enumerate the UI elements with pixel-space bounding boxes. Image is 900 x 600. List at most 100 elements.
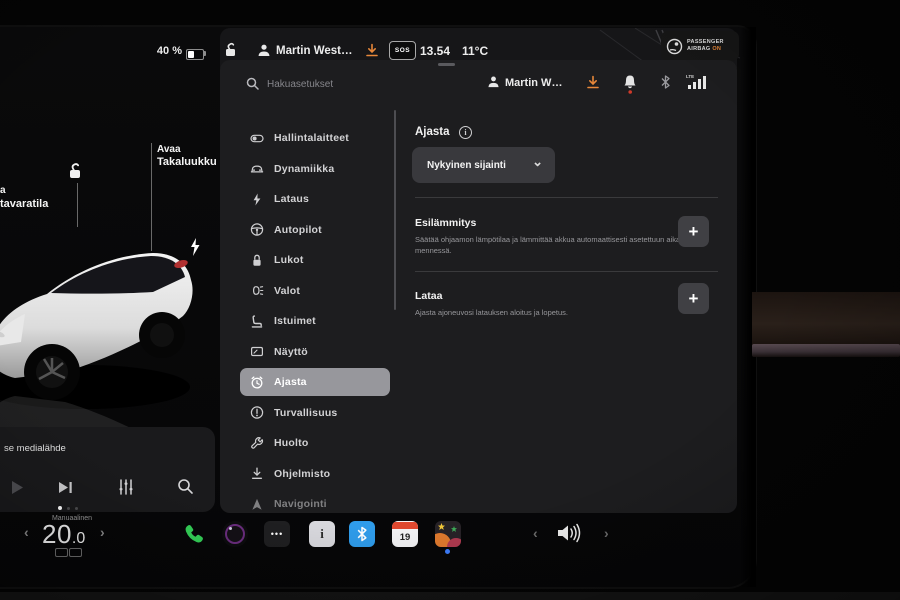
- open-frunk-label-line1[interactable]: a: [0, 185, 6, 196]
- volume-chevron-right-icon[interactable]: ›: [604, 525, 609, 541]
- open-trunk-label-line2[interactable]: Takaluukku: [157, 156, 217, 168]
- chevron-left-icon[interactable]: ‹: [24, 524, 29, 540]
- add-preconditioning-button[interactable]: +: [678, 216, 709, 247]
- wrench-icon: [250, 436, 264, 451]
- preconditioning-description: Säätää ohjaamon lämpötilaa ja lämmittää …: [415, 234, 720, 256]
- calendar-app-icon[interactable]: 19: [392, 521, 418, 547]
- divider: [415, 271, 718, 272]
- location-dropdown[interactable]: Nykyinen sijainti ⌄: [412, 147, 555, 183]
- play-icon[interactable]: [9, 479, 25, 496]
- sidebar-item-software[interactable]: Ohjelmisto: [240, 460, 390, 488]
- open-frunk-label-line2[interactable]: tavaratila: [0, 198, 48, 210]
- dashboard-lower-edge: [0, 592, 900, 600]
- panel-drag-handle[interactable]: [438, 63, 455, 66]
- sidebar-item-autopilot[interactable]: Autopilot: [240, 216, 390, 244]
- cabin-temperature[interactable]: 20.0: [42, 519, 85, 550]
- media-search-icon[interactable]: [177, 478, 194, 495]
- driver-profile-icon[interactable]: [257, 43, 271, 58]
- display-icon: [250, 344, 264, 359]
- dashboard-trim-highlight: [752, 344, 900, 357]
- search-input[interactable]: Hakuasetukset: [267, 79, 333, 90]
- dashboard-wood-trim: [752, 292, 900, 350]
- sos-button[interactable]: SOS: [389, 41, 416, 60]
- sidebar-item-charging[interactable]: Lataus: [240, 185, 390, 213]
- sidebar-item-locks[interactable]: Lukot: [240, 246, 390, 274]
- charge-description: Ajasta ajoneuvosi latauksen aloitus ja l…: [415, 307, 720, 318]
- trunk-pointer-line: [151, 143, 152, 251]
- sos-label: SOS: [395, 47, 410, 54]
- toggle-icon: [250, 131, 264, 146]
- chevron-right-icon[interactable]: ›: [100, 524, 105, 540]
- sidebar-item-controls[interactable]: Hallintalaitteet: [240, 124, 390, 152]
- theater-app-icon[interactable]: [435, 521, 461, 547]
- update-download-icon[interactable]: [586, 75, 600, 90]
- sidebar-item-schedule[interactable]: Ajasta: [240, 368, 390, 396]
- sidebar-item-display[interactable]: Näyttö: [240, 338, 390, 366]
- profile-icon[interactable]: [487, 75, 500, 89]
- battery-icon: [186, 49, 204, 60]
- charge-port-icon[interactable]: [188, 237, 202, 257]
- divider: [415, 197, 718, 198]
- bluetooth-icon[interactable]: [660, 75, 671, 89]
- owners-manual-icon[interactable]: i: [309, 521, 335, 547]
- media-player-panel: [0, 427, 215, 512]
- open-trunk-label-line1[interactable]: Avaa: [157, 144, 181, 155]
- location-dropdown-value: Nykyinen sijainti: [427, 160, 506, 171]
- volume-chevron-left-icon[interactable]: ‹: [533, 525, 538, 541]
- alert-circle-icon: [250, 405, 264, 420]
- page-dot[interactable]: [67, 507, 70, 510]
- notification-dot: [628, 90, 632, 94]
- passenger-airbag-badge: PASSENGER AIRBAG ON: [661, 31, 739, 61]
- media-source-label[interactable]: se medialähde: [4, 443, 66, 454]
- lte-signal-icon: LTE: [686, 74, 712, 90]
- frunk-pointer-line: [77, 183, 78, 227]
- vent-icon[interactable]: [69, 548, 82, 557]
- sidebar-item-safety[interactable]: Turvallisuus: [240, 399, 390, 427]
- unlock-icon[interactable]: [66, 162, 84, 180]
- calendar-day: 19: [400, 529, 411, 546]
- driver-profile-name[interactable]: Martin West…: [276, 45, 352, 57]
- sidebar-scrollbar[interactable]: [394, 110, 396, 310]
- steering-wheel-icon: [250, 222, 264, 237]
- tesla-dashboard-photo: a tavaratila Avaa Takaluukku 40 % Martin…: [0, 0, 900, 600]
- search-icon: [246, 77, 259, 90]
- alarm-clock-icon: [250, 375, 264, 390]
- bluetooth-app-icon[interactable]: [349, 521, 375, 547]
- navigation-icon: [250, 497, 264, 512]
- volume-icon[interactable]: [556, 523, 582, 543]
- page-dot-active[interactable]: [58, 506, 62, 510]
- next-track-icon[interactable]: [57, 479, 75, 496]
- sidebar-item-service[interactable]: Huolto: [240, 429, 390, 457]
- airbag-state: ON: [712, 46, 721, 52]
- app-launcher-icon[interactable]: •••: [264, 521, 290, 547]
- active-app-indicator: [445, 549, 450, 554]
- sidebar-item-navigation[interactable]: Navigointi: [240, 490, 390, 518]
- download-icon: [250, 466, 264, 481]
- sidebar-item-seats[interactable]: Istuimet: [240, 307, 390, 335]
- profile-short-name[interactable]: Martin W…: [505, 77, 562, 89]
- camera-lens-app-icon[interactable]: [222, 521, 248, 547]
- battery-percent: 40 %: [148, 45, 182, 57]
- notifications-bell-icon[interactable]: [623, 74, 637, 94]
- car-icon: [250, 161, 264, 176]
- vehicle-render: [0, 222, 203, 432]
- phone-icon[interactable]: [183, 523, 205, 545]
- network-type: LTE: [686, 74, 694, 79]
- equalizer-icon[interactable]: [117, 478, 135, 496]
- battery-icon-nub: [204, 51, 206, 56]
- add-charge-schedule-button[interactable]: +: [678, 283, 709, 314]
- vent-icon[interactable]: [55, 548, 68, 557]
- bolt-icon: [250, 192, 264, 207]
- info-icon[interactable]: i: [459, 126, 472, 139]
- seat-icon: [250, 314, 264, 329]
- charge-title: Lataa: [415, 290, 442, 302]
- airbag-text-line2: AIRBAG: [687, 46, 711, 52]
- software-download-icon[interactable]: [365, 43, 379, 58]
- airbag-text-line1: PASSENGER: [687, 39, 724, 46]
- car-unlocked-icon[interactable]: [223, 42, 238, 58]
- outside-temperature: 11°C: [462, 44, 488, 58]
- page-dot[interactable]: [75, 507, 78, 510]
- sidebar-item-dynamics[interactable]: Dynamiikka: [240, 155, 390, 183]
- sidebar-item-lights[interactable]: Valot: [240, 277, 390, 305]
- page-title: Ajasta: [415, 126, 450, 138]
